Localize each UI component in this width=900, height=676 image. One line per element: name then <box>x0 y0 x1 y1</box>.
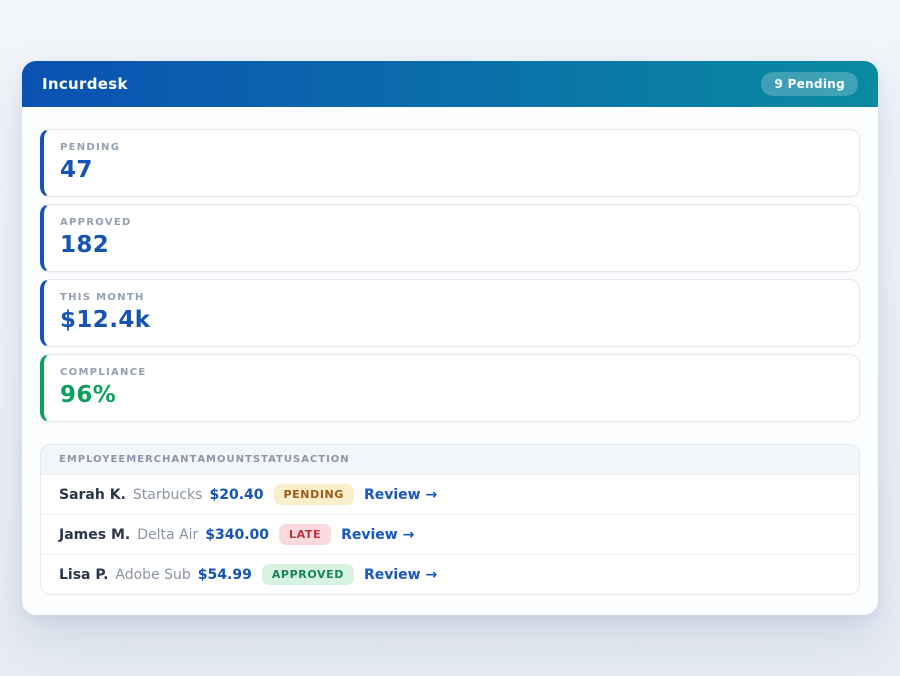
stat-card-approved: APPROVED 182 <box>40 204 860 272</box>
page-background: { "header": { "title": "Incurdesk", "pen… <box>0 0 900 676</box>
merchant-name: Starbucks <box>133 487 203 503</box>
review-link[interactable]: Review → <box>341 527 414 543</box>
employee-name: James M. <box>59 527 130 543</box>
stat-card-pending: PENDING 47 <box>40 129 860 197</box>
status-badge: LATE <box>279 524 331 545</box>
app-header: Incurdesk 9 Pending <box>22 61 878 107</box>
stat-label: APPROVED <box>60 217 843 228</box>
stat-card-compliance: COMPLIANCE 96% <box>40 354 860 422</box>
column-header-merchant: MERCHANT <box>126 454 197 465</box>
status-badge: PENDING <box>274 484 354 505</box>
expense-row: Lisa P. Adobe Sub $54.99 APPROVED Review… <box>41 554 859 594</box>
stat-value: $12.4k <box>60 307 843 333</box>
stat-label: PENDING <box>60 142 843 153</box>
pending-count-badge: 9 Pending <box>761 72 858 96</box>
employee-name: Sarah K. <box>59 487 126 503</box>
review-link[interactable]: Review → <box>364 487 437 503</box>
column-header-action: ACTION <box>301 454 350 465</box>
app-title: Incurdesk <box>42 75 128 93</box>
merchant-name: Adobe Sub <box>115 567 190 583</box>
stat-card-this-month: THIS MONTH $12.4k <box>40 279 860 347</box>
expense-row: James M. Delta Air $340.00 LATE Review → <box>41 514 859 554</box>
card-body: PENDING 47 APPROVED 182 THIS MONTH $12.4… <box>22 107 878 615</box>
review-link[interactable]: Review → <box>364 567 437 583</box>
employee-name: Lisa P. <box>59 567 108 583</box>
column-header-employee: EMPLOYEE <box>59 454 126 465</box>
stat-value: 96% <box>60 382 843 408</box>
table-header-row: EMPLOYEEMERCHANTAMOUNTSTATUSACTION <box>41 445 859 474</box>
expense-amount: $54.99 <box>198 567 252 583</box>
stat-value: 47 <box>60 157 843 183</box>
status-badge: APPROVED <box>262 564 354 585</box>
expense-amount: $340.00 <box>205 527 269 543</box>
stat-value: 182 <box>60 232 843 258</box>
expense-amount: $20.40 <box>209 487 263 503</box>
stat-label: THIS MONTH <box>60 292 843 303</box>
app-card: Incurdesk 9 Pending PENDING 47 APPROVED … <box>22 61 878 615</box>
stat-label: COMPLIANCE <box>60 367 843 378</box>
merchant-name: Delta Air <box>137 527 198 543</box>
column-header-amount: AMOUNT <box>197 454 253 465</box>
column-header-status: STATUS <box>253 454 301 465</box>
expense-table: EMPLOYEEMERCHANTAMOUNTSTATUSACTION Sarah… <box>40 444 860 595</box>
expense-row: Sarah K. Starbucks $20.40 PENDING Review… <box>41 474 859 514</box>
